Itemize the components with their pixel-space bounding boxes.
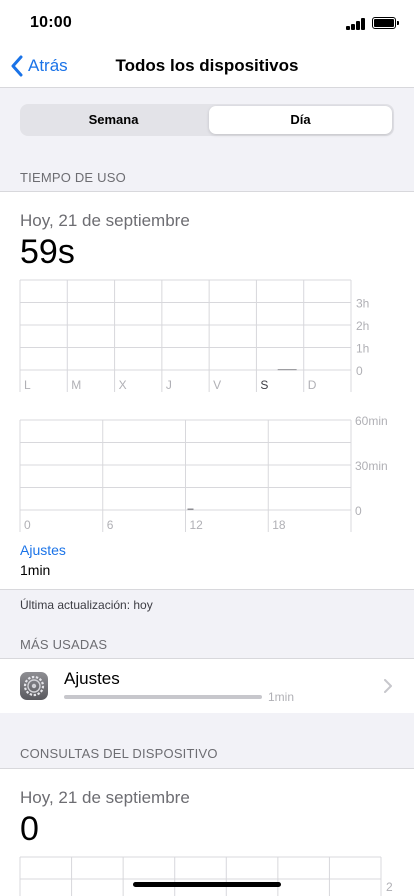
top-app-time: 1min	[20, 562, 51, 578]
battery-icon	[372, 17, 399, 29]
pickups-y-tick-label: 2	[386, 880, 393, 894]
signal-icon	[346, 18, 366, 30]
page-title: Todos los dispositivos	[115, 56, 299, 75]
home-indicator	[133, 882, 281, 887]
hourly-x-tick-label: 6	[107, 518, 114, 532]
top-app-link[interactable]: Ajustes	[20, 542, 66, 558]
most-used-usage-bar	[64, 695, 262, 699]
most-used-section-header: MÁS USADAS	[20, 637, 108, 652]
segment-day[interactable]: Día	[209, 106, 392, 134]
navigation-bar: Atrás Todos los dispositivos	[0, 44, 414, 88]
hourly-y-tick-label: 60min	[355, 414, 388, 428]
pickups-card: Hoy, 21 de septiembre 0 2	[0, 768, 414, 896]
hourly-x-tick-label: 0	[24, 518, 31, 532]
pickups-section-header: CONSULTAS DEL DISPOSITIVO	[20, 746, 218, 761]
segment-week[interactable]: Semana	[22, 106, 205, 134]
screen-time-card: Hoy, 21 de septiembre 59s 3h 2h 1h 0 L M X J V S D…	[0, 191, 414, 590]
most-used-app-name: Ajustes	[64, 669, 120, 688]
most-used-app-time: 1min	[268, 690, 295, 704]
pickups-chart: 2	[19, 856, 393, 896]
chevron-right-icon	[384, 679, 392, 693]
last-updated-note: Última actualización: hoy	[20, 598, 153, 612]
status-time: 10:00	[30, 14, 72, 31]
most-used-item-ajustes[interactable]: Ajustes 1min	[0, 659, 414, 713]
hourly-y-tick-label: 30min	[355, 459, 388, 473]
hourly-x-tick-label: 12	[190, 518, 204, 532]
hourly-usage-chart: 0 6 12 18 60min 30min 0	[19, 414, 388, 532]
hourly-y-tick-label: 0	[355, 504, 362, 518]
most-used-list: Ajustes 1min	[0, 658, 414, 713]
period-segmented-control: Semana Día	[20, 104, 394, 136]
screen-time-section-header: TIEMPO DE USO	[20, 170, 126, 185]
status-bar: 10:00	[0, 0, 414, 44]
settings-gear-icon	[20, 672, 48, 700]
hourly-bar	[187, 508, 194, 510]
hourly-x-tick-label: 18	[272, 518, 286, 532]
